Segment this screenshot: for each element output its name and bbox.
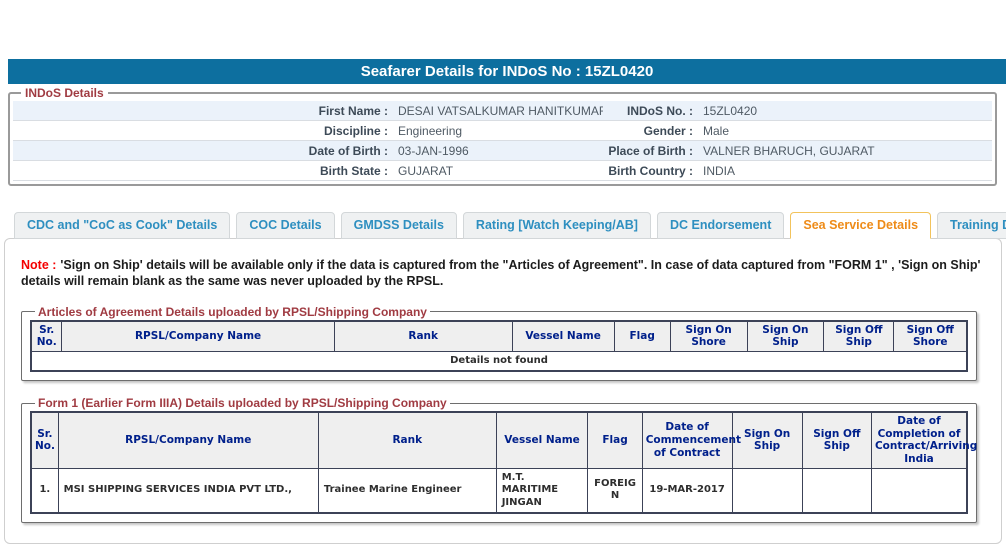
tab-training-details[interactable]: Training Details: [937, 212, 1006, 239]
cell-sign-on-ship: [731, 467, 803, 514]
cell-date-of-commencement: 19-MAR-2017: [641, 467, 733, 514]
header-date-of-commencement: Date of Commencement of Contract: [641, 411, 741, 469]
indos-no-value: 15ZL0420: [703, 103, 758, 118]
form1-data-row: 1. MSI SHIPPING SERVICES INDIA PVT LTD.,…: [30, 467, 968, 514]
tab-bar: CDC and "CoC as Cook" Details COC Detail…: [14, 212, 1006, 239]
form1-table: Sr. No. RPSL/Company Name Rank Vessel Na…: [30, 411, 977, 515]
birth-country-value: INDIA: [703, 163, 736, 178]
indos-details-rows: First Name : DESAI VATSALKUMAR HANITKUMA…: [13, 101, 992, 181]
indos-row-birth-date: Date of Birth : 03-JAN-1996 Place of Bir…: [13, 141, 992, 161]
articles-of-agreement-table: Sr. No. RPSL/Company Name Rank Vessel Na…: [30, 319, 968, 373]
header-vessel-name: Vessel Name: [511, 320, 615, 352]
note-text: 'Sign on Ship' details will be available…: [21, 258, 981, 289]
discipline-label: Discipline :: [323, 123, 388, 138]
header-sign-on-shore: Sign On Shore: [669, 320, 748, 352]
birth-country-label: Birth Country :: [608, 163, 693, 178]
note-prefix-label: Note :: [21, 258, 57, 272]
header-flag: Flag: [613, 320, 671, 352]
header-rank: Rank: [333, 320, 513, 352]
first-name-label: First Name :: [318, 103, 388, 118]
indos-no-label: INDoS No. :: [627, 103, 693, 118]
tab-coc-details[interactable]: COC Details: [236, 212, 335, 239]
first-name-value: DESAI VATSALKUMAR HANITKUMAR: [398, 103, 603, 118]
articles-of-agreement-legend: Articles of Agreement Details uploaded b…: [38, 304, 427, 319]
header-sign-on-ship: Sign On Ship: [731, 411, 803, 469]
cell-sr-no: 1.: [30, 467, 59, 514]
note: Note : 'Sign on Ship' details will be ava…: [21, 257, 985, 290]
header-rpsl-company-name: RPSL/Company Name: [57, 411, 319, 469]
indos-row-first-name: First Name : DESAI VATSALKUMAR HANITKUMA…: [13, 101, 992, 121]
page-title-bar: Seafarer Details for INDoS No : 15ZL0420: [8, 59, 1006, 84]
tab-cdc-and-coc-as-cook-details[interactable]: CDC and "CoC as Cook" Details: [14, 212, 231, 239]
cell-date-of-completion: [870, 467, 968, 514]
place-of-birth-label: Place of Birth :: [608, 143, 693, 158]
page-title: Seafarer Details for INDoS No : 15ZL0420: [360, 63, 654, 80]
gender-value: Male: [703, 123, 730, 138]
cell-sign-off-ship: [801, 467, 872, 514]
form1-section: Form 1 (Earlier Form IIIA) Details uploa…: [21, 396, 977, 524]
tab-gmdss-details[interactable]: GMDSS Details: [340, 212, 457, 239]
header-date-of-completion: Date of Completion of Contract/Arriving …: [870, 411, 977, 469]
header-vessel-name: Vessel Name: [495, 411, 589, 469]
header-sign-off-shore: Sign Off Shore: [893, 320, 968, 352]
cell-rank: Trainee Marine Engineer: [317, 467, 497, 514]
indos-row-discipline: Discipline : Engineering Gender : Male: [13, 121, 992, 141]
header-sign-off-ship: Sign Off Ship: [801, 411, 872, 469]
articles-of-agreement-section: Articles of Agreement Details uploaded b…: [21, 304, 977, 382]
header-sr-no: Sr. No.: [30, 320, 63, 352]
tab-content-panel: Note : 'Sign on Ship' details will be ava…: [4, 238, 1002, 544]
header-rank: Rank: [317, 411, 497, 469]
gender-label: Gender :: [643, 123, 693, 138]
birth-state-value: GUJARAT: [398, 163, 454, 178]
header-sr-no: Sr. No.: [30, 411, 59, 469]
details-not-found-message: Details not found: [30, 350, 968, 372]
form1-header-row: Sr. No. RPSL/Company Name Rank Vessel Na…: [30, 411, 977, 469]
place-of-birth-value: VALNER BHARUCH, GUJARAT: [703, 143, 875, 158]
header-rpsl-company-name: RPSL/Company Name: [61, 320, 335, 352]
header-flag: Flag: [587, 411, 643, 469]
articles-empty-row: Details not found: [30, 350, 968, 372]
header-sign-off-ship: Sign Off Ship: [823, 320, 895, 352]
tab-rating-watch-keeping-ab[interactable]: Rating [Watch Keeping/AB]: [462, 212, 651, 239]
articles-header-row: Sr. No. RPSL/Company Name Rank Vessel Na…: [30, 320, 968, 352]
cell-flag: FOREIGN: [587, 467, 643, 514]
tab-dc-endorsement[interactable]: DC Endorsement: [656, 212, 785, 239]
birth-state-label: Birth State :: [319, 163, 388, 178]
form1-legend: Form 1 (Earlier Form IIIA) Details uploa…: [38, 396, 447, 411]
indos-details-section: INDoS Details First Name : DESAI VATSALK…: [8, 86, 997, 186]
cell-rpsl-company-name: MSI SHIPPING SERVICES INDIA PVT LTD.,: [57, 467, 319, 514]
cell-vessel-name: M.T. MARITIME JINGAN: [495, 467, 589, 514]
tab-sea-service-details[interactable]: Sea Service Details: [790, 212, 932, 239]
indos-details-legend: INDoS Details: [25, 86, 104, 100]
header-sign-on-ship: Sign On Ship: [746, 320, 825, 352]
seafarer-details-page: Seafarer Details for INDoS No : 15ZL0420…: [0, 0, 1006, 544]
date-of-birth-value: 03-JAN-1996: [398, 143, 469, 158]
date-of-birth-label: Date of Birth :: [308, 143, 388, 158]
indos-row-birth-state: Birth State : GUJARAT Birth Country : IN…: [13, 161, 992, 181]
discipline-value: Engineering: [398, 123, 463, 138]
